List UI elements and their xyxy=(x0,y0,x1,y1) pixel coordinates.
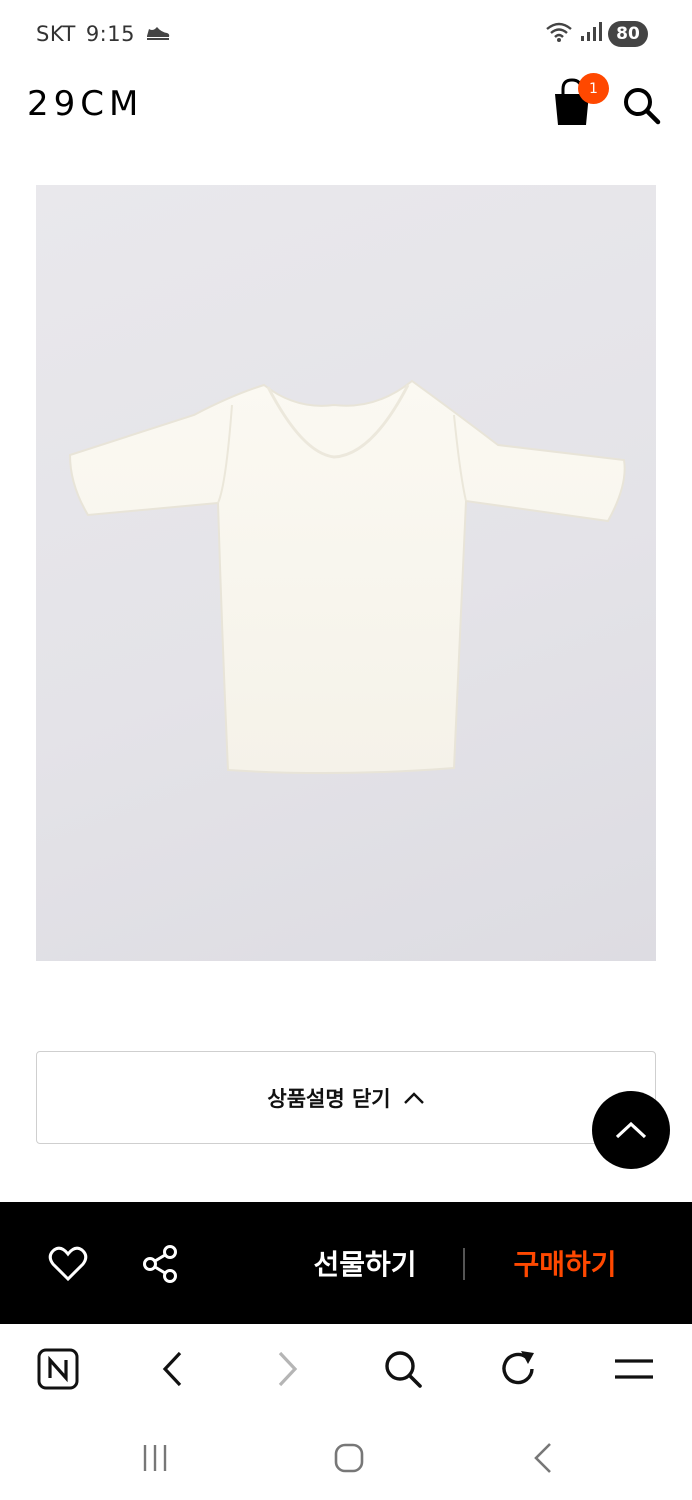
home-button[interactable] xyxy=(327,1436,371,1480)
search-button[interactable] xyxy=(620,84,664,128)
recent-apps-button[interactable] xyxy=(133,1436,177,1480)
status-right: 80 xyxy=(544,21,648,47)
browser-search-button[interactable] xyxy=(380,1346,426,1392)
system-back-button[interactable] xyxy=(521,1436,565,1480)
browser-toolbar xyxy=(0,1324,692,1414)
purchase-bar: 선물하기 구매하기 xyxy=(0,1202,692,1324)
browser-forward-button[interactable] xyxy=(265,1346,311,1392)
close-description-button[interactable]: 상품설명 닫기 xyxy=(36,1051,656,1144)
back-icon xyxy=(162,1351,182,1387)
browser-menu-button[interactable] xyxy=(611,1346,657,1392)
signal-icon xyxy=(580,22,602,46)
browser-refresh-button[interactable] xyxy=(495,1346,541,1392)
chevron-up-icon xyxy=(615,1121,647,1139)
heart-icon xyxy=(48,1246,88,1282)
close-description-label: 상품설명 닫기 xyxy=(267,1086,391,1111)
home-icon xyxy=(334,1443,364,1473)
battery-indicator: 80 xyxy=(608,21,648,47)
naver-icon xyxy=(37,1348,79,1390)
chevron-up-icon xyxy=(403,1091,424,1104)
scroll-to-top-button[interactable] xyxy=(592,1091,670,1169)
share-button[interactable] xyxy=(140,1244,180,1284)
refresh-icon xyxy=(502,1351,534,1385)
recent-apps-icon xyxy=(143,1445,167,1471)
brand-logo[interactable]: 29CM xyxy=(27,84,143,124)
clock: 9:15 xyxy=(85,22,135,46)
share-icon xyxy=(143,1245,177,1283)
back-icon xyxy=(534,1443,551,1473)
menu-icon xyxy=(615,1359,653,1379)
status-left: SKT 9:15 xyxy=(36,22,171,46)
cart-count-badge: 1 xyxy=(578,73,609,104)
naver-home-button[interactable] xyxy=(35,1346,81,1392)
shoe-icon xyxy=(145,23,171,45)
browser-back-button[interactable] xyxy=(149,1346,195,1392)
buy-button[interactable]: 구매하기 xyxy=(500,1240,630,1286)
product-image[interactable] xyxy=(36,185,656,961)
carrier-label: SKT xyxy=(36,22,76,46)
tshirt-illustration xyxy=(68,379,626,775)
search-icon xyxy=(624,88,661,125)
app-header: 29CM 1 xyxy=(0,70,692,150)
gift-button[interactable]: 선물하기 xyxy=(300,1240,430,1286)
wifi-icon xyxy=(544,21,574,47)
forward-icon xyxy=(278,1351,298,1387)
android-navigation-bar xyxy=(0,1414,692,1500)
like-button[interactable] xyxy=(48,1244,88,1284)
status-bar: SKT 9:15 80 xyxy=(0,0,692,70)
divider xyxy=(463,1248,465,1280)
search-icon xyxy=(385,1351,422,1388)
